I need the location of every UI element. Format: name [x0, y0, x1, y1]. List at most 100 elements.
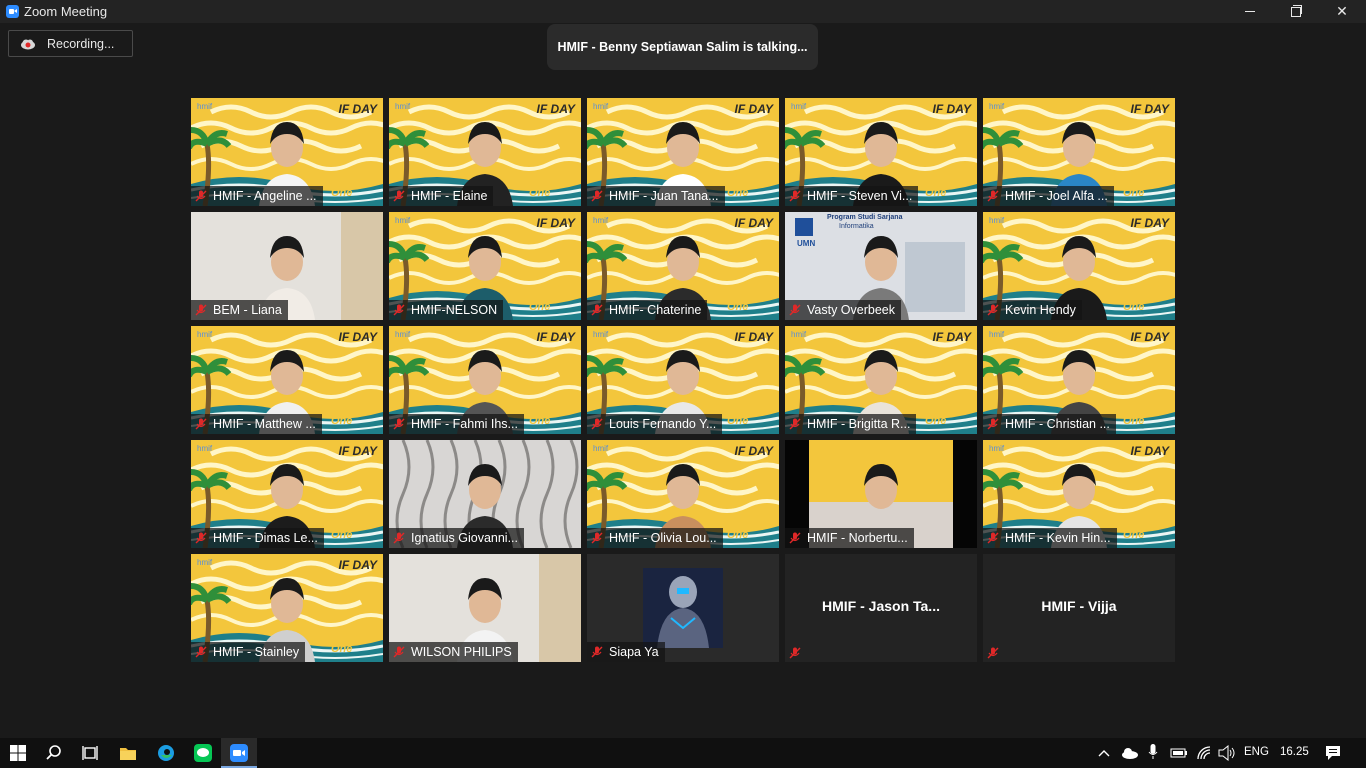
participant-name: WILSON PHILIPS — [411, 645, 512, 659]
taskbar-zoom[interactable] — [221, 738, 257, 768]
participant-tile[interactable]: One hmif IF DAY HMIF - Olivia Lou... — [587, 440, 779, 548]
svg-text:One: One — [529, 187, 550, 199]
hmif-logo: hmif — [395, 216, 411, 225]
minimize-button[interactable] — [1227, 0, 1273, 23]
volume-icon[interactable] — [1218, 745, 1236, 761]
participant-tile[interactable]: One hmif IF DAY HMIF- Chaterine — [587, 212, 779, 320]
muted-mic-icon — [987, 304, 999, 316]
search-button[interactable] — [36, 738, 72, 768]
muted-mic-icon — [195, 532, 207, 544]
taskbar-line[interactable] — [185, 738, 221, 768]
participant-name-label: Vasty Overbeek — [785, 300, 902, 320]
if-day-logo: IF DAY — [1130, 330, 1169, 344]
muted-mic-icon — [393, 646, 405, 658]
participant-tile[interactable]: UMN Program Studi Sarjana Informatika Va… — [785, 212, 977, 320]
if-day-logo: IF DAY — [338, 444, 377, 458]
muted-mic-icon — [195, 304, 207, 316]
svg-text:One: One — [1123, 529, 1144, 541]
participant-tile[interactable]: BEM - Liana — [191, 212, 383, 320]
hmif-logo: hmif — [197, 444, 213, 453]
hmif-logo: hmif — [197, 330, 213, 339]
participant-tile[interactable]: One hmif IF DAY HMIF-NELSON — [389, 212, 581, 320]
participant-name-label: BEM - Liana — [191, 300, 288, 320]
if-day-logo: IF DAY — [1130, 216, 1169, 230]
participant-name-label: Ignatius Giovanni... — [389, 528, 525, 548]
muted-mic-icon — [195, 190, 207, 202]
muted-mic-icon — [591, 304, 603, 316]
svg-text:One: One — [727, 187, 748, 199]
participant-tile[interactable]: HMIF - Jason Ta... — [785, 554, 977, 662]
participant-name: HMIF - Brigitta R... — [807, 417, 911, 431]
participant-name-large: HMIF - Jason Ta... — [822, 598, 940, 614]
taskbar-file-explorer[interactable] — [110, 738, 146, 768]
taskbar-edge[interactable] — [148, 738, 184, 768]
if-day-logo: IF DAY — [338, 102, 377, 116]
participant-tile[interactable]: One hmif IF DAY Kevin Hendy — [983, 212, 1175, 320]
participant-tile[interactable]: One hmif IF DAY HMIF - Juan Tana... — [587, 98, 779, 206]
participant-name: Siapa Ya — [609, 645, 659, 659]
hmif-logo: hmif — [593, 102, 609, 111]
participant-tile[interactable]: HMIF - Vijja — [983, 554, 1175, 662]
participant-tile[interactable]: One hmif IF DAY HMIF - Dimas Le... — [191, 440, 383, 548]
recording-indicator[interactable]: Recording... — [8, 30, 133, 57]
participant-tile[interactable]: One hmif IF DAY HMIF - Kevin Hin... — [983, 440, 1175, 548]
participant-tile[interactable]: Siapa Ya — [587, 554, 779, 662]
svg-text:One: One — [1123, 187, 1144, 199]
participant-tile[interactable]: One hmif IF DAY HMIF - Steven Vi... — [785, 98, 977, 206]
participant-name-label: HMIF - Matthew ... — [191, 414, 322, 434]
start-button[interactable] — [0, 738, 36, 768]
participant-tile[interactable]: WILSON PHILIPS — [389, 554, 581, 662]
hmif-logo: hmif — [989, 444, 1005, 453]
participant-tile[interactable]: One hmif IF DAY HMIF - Christian ... — [983, 326, 1175, 434]
participant-name-label: HMIF - Juan Tana... — [587, 186, 725, 206]
hmif-logo: hmif — [989, 330, 1005, 339]
participant-tile[interactable]: One hmif IF DAY HMIF - Matthew ... — [191, 326, 383, 434]
participant-tile[interactable]: One hmif IF DAY HMIF - Brigitta R... — [785, 326, 977, 434]
participant-name: HMIF - Dimas Le... — [213, 531, 318, 545]
notifications-icon[interactable] — [1325, 745, 1341, 761]
umn-program-title: Program Studi Sarjana — [827, 214, 903, 221]
participant-tile[interactable]: HMIF - Norbertu... — [785, 440, 977, 548]
microphone-icon[interactable] — [1148, 744, 1158, 760]
close-button[interactable]: ✕ — [1319, 0, 1365, 23]
participant-name-label: HMIF - Dimas Le... — [191, 528, 324, 548]
input-language[interactable]: ENG — [1244, 746, 1269, 758]
participant-name: Louis Fernando Y... — [609, 417, 717, 431]
svg-text:One: One — [529, 301, 550, 313]
system-clock[interactable]: 16.25 — [1280, 746, 1309, 758]
hmif-logo: hmif — [197, 558, 213, 567]
hmif-logo: hmif — [395, 330, 411, 339]
participant-name: HMIF - Juan Tana... — [609, 189, 719, 203]
participant-tile[interactable]: One hmif IF DAY Louis Fernando Y... — [587, 326, 779, 434]
onedrive-cloud-icon[interactable] — [1121, 747, 1139, 759]
svg-text:One: One — [727, 415, 748, 427]
participant-name: HMIF - Kevin Hin... — [1005, 531, 1111, 545]
muted-mic-icon — [987, 190, 999, 202]
muted-mic-icon — [987, 532, 999, 544]
participant-name: HMIF- Chaterine — [609, 303, 702, 317]
participant-tile[interactable]: One hmif IF DAY HMIF - Angeline ... — [191, 98, 383, 206]
participant-name-label: HMIF - Norbertu... — [785, 528, 914, 548]
restore-button[interactable] — [1273, 0, 1319, 23]
participant-tile[interactable]: One hmif IF DAY HMIF - Joel Alfa ... — [983, 98, 1175, 206]
participant-name: Ignatius Giovanni... — [411, 531, 519, 545]
participant-tile[interactable]: Ignatius Giovanni... — [389, 440, 581, 548]
svg-text:One: One — [925, 187, 946, 199]
svg-text:One: One — [1123, 301, 1144, 313]
profile-picture — [643, 568, 723, 648]
window-title: Zoom Meeting — [24, 4, 108, 19]
battery-icon[interactable] — [1170, 747, 1188, 759]
participant-name: HMIF - Stainley — [213, 645, 300, 659]
gallery-view: One hmif IF DAY HMIF - Angeline ... One … — [191, 98, 1175, 662]
participant-tile[interactable]: One hmif IF DAY HMIF - Stainley — [191, 554, 383, 662]
muted-mic-icon — [195, 418, 207, 430]
wifi-icon[interactable] — [1196, 745, 1212, 761]
task-view-button[interactable] — [72, 738, 108, 768]
chevron-up-icon[interactable] — [1098, 748, 1110, 758]
participant-tile[interactable]: One hmif IF DAY HMIF - Fahmi Ihs... — [389, 326, 581, 434]
participant-name: HMIF - Elaine — [411, 189, 488, 203]
participant-tile[interactable]: One hmif IF DAY HMIF - Elaine — [389, 98, 581, 206]
hmif-logo: hmif — [593, 444, 609, 453]
search-icon — [46, 745, 61, 760]
muted-mic-icon — [789, 190, 801, 202]
